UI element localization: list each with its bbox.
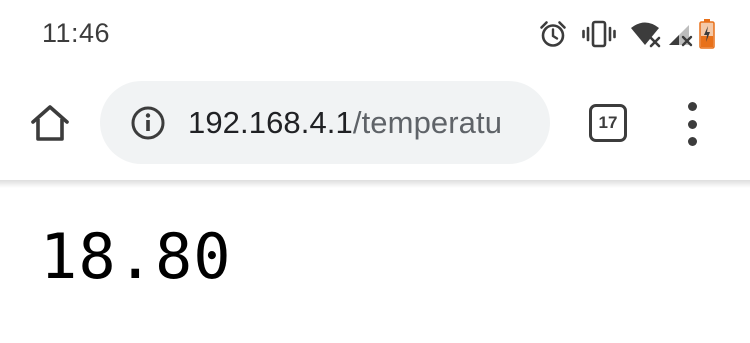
toolbar-shadow (0, 180, 750, 188)
page-content: 18.80 (0, 188, 750, 343)
home-icon (31, 105, 69, 141)
address-bar[interactable]: 192.168.4.1/temperatu (100, 81, 550, 164)
url-text[interactable]: 192.168.4.1/temperatu (188, 103, 502, 143)
tab-switcher-button[interactable]: 17 (589, 104, 627, 142)
alarm-icon (538, 19, 568, 49)
browser-toolbar: 192.168.4.1/temperatu 17 (0, 68, 750, 180)
status-time: 11:46 (42, 18, 111, 48)
home-button[interactable] (26, 99, 74, 147)
info-icon[interactable] (130, 105, 166, 141)
temperature-value: 18.80 (40, 220, 232, 293)
phone-screen: 11:46 192.168.4.1/temperatu 17 18.80 (0, 0, 750, 343)
menu-dot (687, 119, 697, 129)
menu-dot (687, 137, 697, 146)
more-vert-icon[interactable] (674, 102, 710, 146)
status-icons (524, 14, 716, 54)
url-path: /temperatu (352, 105, 503, 140)
tab-count: 17 (598, 113, 618, 132)
url-host: 192.168.4.1 (188, 105, 353, 140)
vibrate-icon (582, 19, 616, 49)
signal-off-icon (668, 19, 694, 49)
status-bar: 11:46 (0, 0, 750, 68)
menu-dot (687, 102, 697, 111)
wifi-off-icon (630, 19, 662, 49)
battery-low-icon (698, 18, 716, 50)
